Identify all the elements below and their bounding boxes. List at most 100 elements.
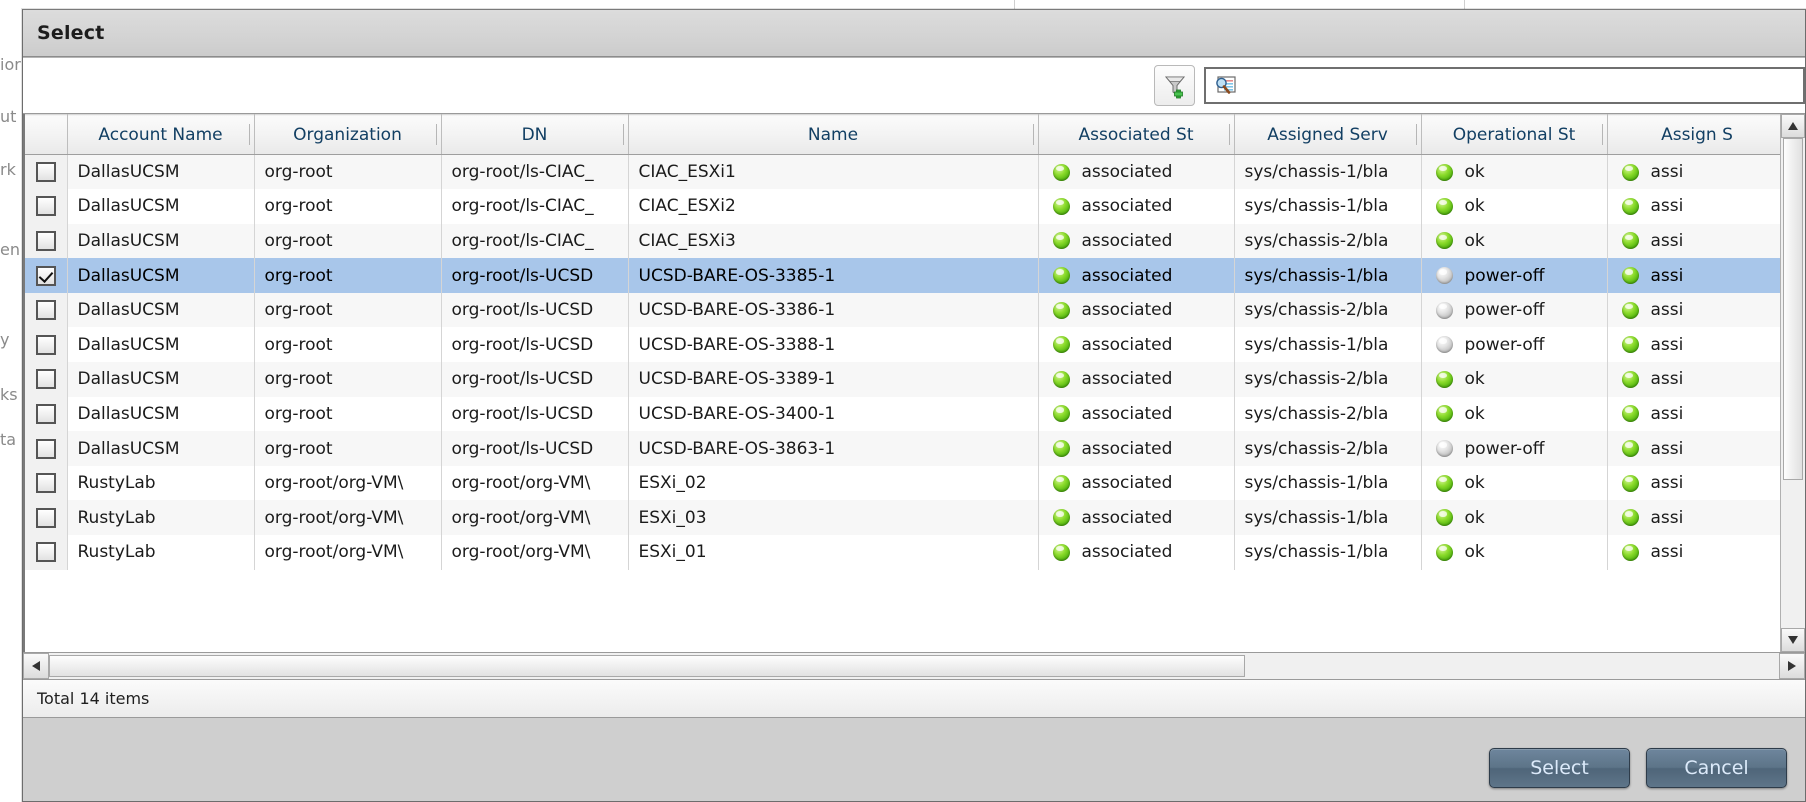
table-row[interactable]: DallasUCSM org-root org-root/ls-CIAC_ CIAC_… bbox=[25, 223, 1780, 259]
row-checkbox[interactable] bbox=[35, 438, 56, 459]
row-checkbox[interactable] bbox=[35, 507, 56, 528]
cell-org: org-root bbox=[254, 327, 442, 363]
column-resize-grip[interactable] bbox=[1415, 124, 1417, 145]
horizontal-scroll-thumb[interactable] bbox=[49, 655, 1245, 678]
row-checkbox-cell[interactable] bbox=[25, 292, 68, 328]
cell-assoc: associated bbox=[1038, 431, 1235, 466]
cell-dn: org-root/ls-UCSD bbox=[441, 327, 629, 363]
vertical-scroll-thumb[interactable] bbox=[1783, 138, 1803, 480]
row-checkbox[interactable] bbox=[35, 473, 56, 494]
horizontal-scrollbar[interactable] bbox=[23, 652, 1805, 680]
table-header-name[interactable]: Name bbox=[628, 114, 1039, 155]
row-checkbox[interactable] bbox=[35, 300, 56, 321]
scroll-right-button[interactable] bbox=[1779, 653, 1805, 680]
search-box[interactable] bbox=[1204, 67, 1805, 104]
table-header-select-all bbox=[25, 114, 68, 155]
cell-assign: assi bbox=[1607, 189, 1780, 224]
search-input[interactable] bbox=[1240, 69, 1803, 102]
status-label: power-off bbox=[1464, 334, 1545, 355]
table-row[interactable]: DallasUCSM org-root org-root/ls-UCSD UCSD-B… bbox=[25, 292, 1780, 328]
row-checkbox[interactable] bbox=[35, 196, 56, 217]
row-checkbox[interactable] bbox=[35, 542, 56, 563]
table-row[interactable]: DallasUCSM org-root org-root/ls-UCSD UCSD-B… bbox=[25, 431, 1780, 466]
table-row[interactable]: DallasUCSM org-root org-root/ls-UCSD UCSD-B… bbox=[25, 396, 1780, 432]
status-label: associated bbox=[1081, 230, 1173, 251]
vertical-scroll-track[interactable] bbox=[1781, 480, 1805, 629]
cell-oper: ok bbox=[1421, 362, 1608, 397]
table-row[interactable]: DallasUCSM org-root org-root/ls-UCSD UCSD-B… bbox=[25, 362, 1780, 397]
row-checkbox[interactable] bbox=[35, 403, 56, 424]
cell-server: sys/chassis-2/bla bbox=[1234, 292, 1422, 328]
cancel-button[interactable]: Cancel bbox=[1646, 748, 1787, 788]
row-checkbox[interactable] bbox=[35, 369, 56, 390]
status-label: associated bbox=[1081, 507, 1173, 528]
row-checkbox-cell[interactable] bbox=[25, 431, 68, 466]
vertical-scrollbar[interactable] bbox=[1780, 114, 1805, 653]
cell-server: sys/chassis-1/bla bbox=[1234, 535, 1422, 570]
table-header-assoc[interactable]: Associated St bbox=[1038, 114, 1235, 155]
scroll-down-button[interactable] bbox=[1781, 628, 1805, 653]
cell-name: UCSD-BARE-OS-3386-1 bbox=[628, 292, 1039, 328]
cell-account: RustyLab bbox=[67, 500, 255, 536]
row-checkbox-cell[interactable] bbox=[25, 465, 68, 501]
cell-server: sys/chassis-1/bla bbox=[1234, 258, 1422, 293]
table-row[interactable]: RustyLab org-root/org-VM\ org-root/org-VM\… bbox=[25, 500, 1780, 536]
column-resize-grip[interactable] bbox=[435, 124, 437, 145]
table-row[interactable]: RustyLab org-root/org-VM\ org-root/org-VM\… bbox=[25, 535, 1780, 570]
add-filter-button[interactable] bbox=[1154, 65, 1195, 106]
table-header-server[interactable]: Assigned Serv bbox=[1234, 114, 1422, 155]
row-checkbox[interactable] bbox=[35, 334, 56, 355]
scroll-left-button[interactable] bbox=[23, 653, 49, 680]
column-label: Organization bbox=[293, 124, 402, 145]
column-resize-grip[interactable] bbox=[622, 124, 624, 145]
dialog-titlebar: Select bbox=[23, 10, 1805, 57]
table-row[interactable]: RustyLab org-root/org-VM\ org-root/org-VM\… bbox=[25, 465, 1780, 501]
row-checkbox-cell[interactable] bbox=[25, 396, 68, 432]
scroll-up-button[interactable] bbox=[1781, 114, 1805, 138]
select-button[interactable]: Select bbox=[1489, 748, 1630, 788]
table-row[interactable]: DallasUCSM org-root org-root/ls-UCSD UCSD-B… bbox=[25, 258, 1780, 293]
table-header-account[interactable]: Account Name bbox=[67, 114, 255, 155]
row-checkbox-cell[interactable] bbox=[25, 258, 68, 293]
table-header-org[interactable]: Organization bbox=[254, 114, 442, 155]
cell-assoc: associated bbox=[1038, 500, 1235, 536]
cell-oper: power-off bbox=[1421, 327, 1608, 363]
row-checkbox-cell[interactable] bbox=[25, 327, 68, 363]
cell-assign: assi bbox=[1607, 396, 1780, 432]
cell-org: org-root bbox=[254, 292, 442, 328]
table-row[interactable]: DallasUCSM org-root org-root/ls-CIAC_ CIAC_… bbox=[25, 154, 1780, 190]
results-table-area: Account Name Organization DN Name Associated… bbox=[23, 114, 1805, 681]
status-green-orb-icon bbox=[1052, 370, 1070, 388]
row-checkbox[interactable] bbox=[35, 162, 56, 183]
status-green-orb-icon bbox=[1052, 440, 1070, 458]
table-header-assign[interactable]: Assign S bbox=[1607, 114, 1780, 155]
row-checkbox-cell[interactable] bbox=[25, 500, 68, 536]
table-header-oper[interactable]: Operational St bbox=[1421, 114, 1608, 155]
column-label: Assigned Serv bbox=[1267, 124, 1388, 145]
cell-dn: org-root/org-VM\ bbox=[441, 500, 629, 536]
status-green-orb-icon bbox=[1435, 163, 1453, 181]
horizontal-scroll-track[interactable] bbox=[1245, 653, 1779, 680]
cell-server: sys/chassis-1/bla bbox=[1234, 154, 1422, 190]
table-row[interactable]: DallasUCSM org-root org-root/ls-CIAC_ CIAC_… bbox=[25, 189, 1780, 224]
table-toolbar bbox=[23, 57, 1805, 114]
row-checkbox-cell[interactable] bbox=[25, 362, 68, 397]
column-label: Operational St bbox=[1452, 124, 1576, 145]
row-checkbox-cell[interactable] bbox=[25, 535, 68, 570]
column-resize-grip[interactable] bbox=[1601, 124, 1603, 145]
column-resize-grip[interactable] bbox=[1228, 124, 1230, 145]
row-checkbox-cell[interactable] bbox=[25, 154, 68, 190]
row-checkbox[interactable] bbox=[35, 265, 56, 286]
table-row[interactable]: DallasUCSM org-root org-root/ls-UCSD UCSD-B… bbox=[25, 327, 1780, 363]
status-label: associated bbox=[1081, 473, 1173, 494]
status-gray-orb-icon bbox=[1435, 440, 1453, 458]
column-resize-grip[interactable] bbox=[248, 124, 250, 145]
cell-assoc: associated bbox=[1038, 258, 1235, 293]
table-header-dn[interactable]: DN bbox=[441, 114, 629, 155]
cell-assign: assi bbox=[1607, 258, 1780, 293]
row-checkbox-cell[interactable] bbox=[25, 223, 68, 259]
row-checkbox[interactable] bbox=[35, 230, 56, 251]
cell-name: UCSD-BARE-OS-3389-1 bbox=[628, 362, 1039, 397]
column-resize-grip[interactable] bbox=[1032, 124, 1034, 145]
row-checkbox-cell[interactable] bbox=[25, 189, 68, 224]
